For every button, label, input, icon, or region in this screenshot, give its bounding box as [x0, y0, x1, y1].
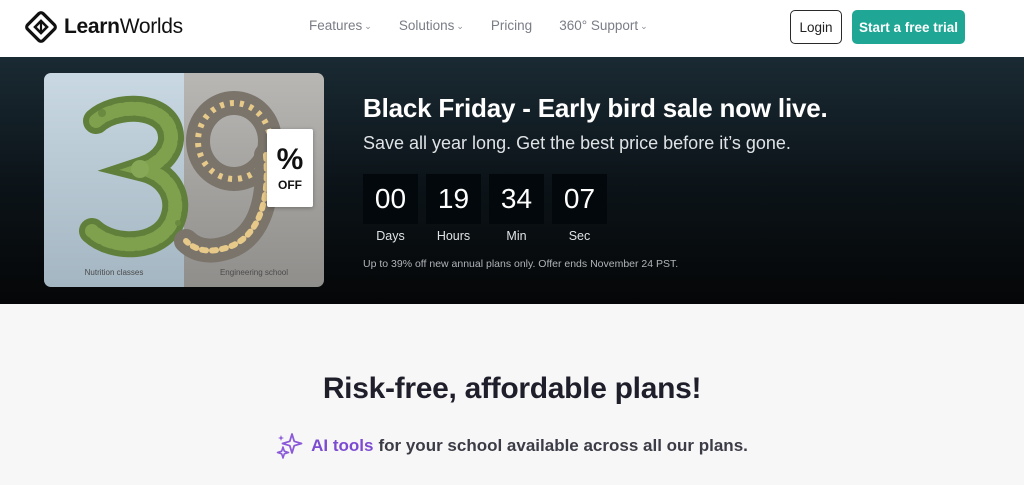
off-label: OFF — [278, 177, 302, 192]
nav-item-label: Pricing — [490, 18, 533, 33]
countdown-value: 19 — [426, 174, 481, 224]
nav-item-solutions[interactable]: Solutions ⌄ — [399, 18, 464, 33]
countdown-seconds: 07 Sec — [552, 174, 607, 243]
black-friday-banner: % OFF Nutrition classes Engineering scho… — [0, 57, 1024, 304]
countdown-hours: 19 Hours — [426, 174, 481, 243]
promo-caption-engineering: Engineering school — [219, 268, 289, 277]
percent-off-badge: % OFF — [267, 129, 313, 207]
start-free-trial-button[interactable]: Start a free trial — [852, 10, 965, 44]
sparkle-icon — [276, 433, 303, 459]
nav-item-features[interactable]: Features ⌄ — [309, 18, 372, 33]
top-navigation: LearnWorlds Features ⌄ Solutions ⌄ Prici… — [0, 0, 1024, 57]
plans-heading: Risk-free, affordable plans! — [322, 372, 702, 405]
ai-tools-description: for your school available across all our… — [378, 435, 748, 455]
countdown-days: 00 Days — [363, 174, 418, 243]
countdown-label: Hours — [436, 229, 471, 243]
nav-item-support[interactable]: 360° Support ⌄ — [559, 18, 648, 33]
countdown-label: Days — [376, 229, 405, 243]
hero-subtitle: Save all year long. Get the best price b… — [363, 133, 791, 153]
countdown-value: 07 — [552, 174, 607, 224]
brand-name: LearnWorlds — [64, 15, 183, 38]
main-menu: Features ⌄ Solutions ⌄ Pricing 360° Supp… — [309, 18, 675, 33]
nav-item-pricing[interactable]: Pricing — [491, 18, 532, 33]
countdown-timer: 00 Days 19 Hours 34 Min 07 Sec — [363, 174, 615, 243]
chevron-down-icon: ⌄ — [456, 21, 464, 31]
ai-tools-line: AI tools for your school available acros… — [0, 432, 1024, 459]
nav-item-label: Solutions — [398, 18, 455, 33]
countdown-value: 34 — [489, 174, 544, 224]
promo-caption-nutrition: Nutrition classes — [84, 268, 144, 277]
brand-logo[interactable]: LearnWorlds — [24, 10, 183, 44]
countdown-label: Min — [506, 229, 527, 243]
promo-image: % OFF Nutrition classes Engineering scho… — [44, 73, 324, 287]
offer-terms-note: Up to 39% off new annual plans only. Off… — [363, 258, 679, 270]
countdown-minutes: 34 Min — [489, 174, 544, 243]
chevron-down-icon: ⌄ — [640, 21, 648, 31]
nav-item-label: 360° Support — [559, 18, 639, 33]
percent-sign: % — [276, 142, 304, 176]
hero-title: Black Friday - Early bird sale now live. — [363, 93, 828, 123]
chevron-down-icon: ⌄ — [364, 21, 372, 31]
ai-tools-link[interactable]: AI tools — [311, 436, 373, 456]
login-button[interactable]: Login — [790, 10, 842, 44]
nav-item-label: Features — [309, 18, 363, 33]
countdown-value: 00 — [363, 174, 418, 224]
learnworlds-logo-icon — [25, 11, 57, 43]
countdown-label: Sec — [568, 229, 591, 243]
